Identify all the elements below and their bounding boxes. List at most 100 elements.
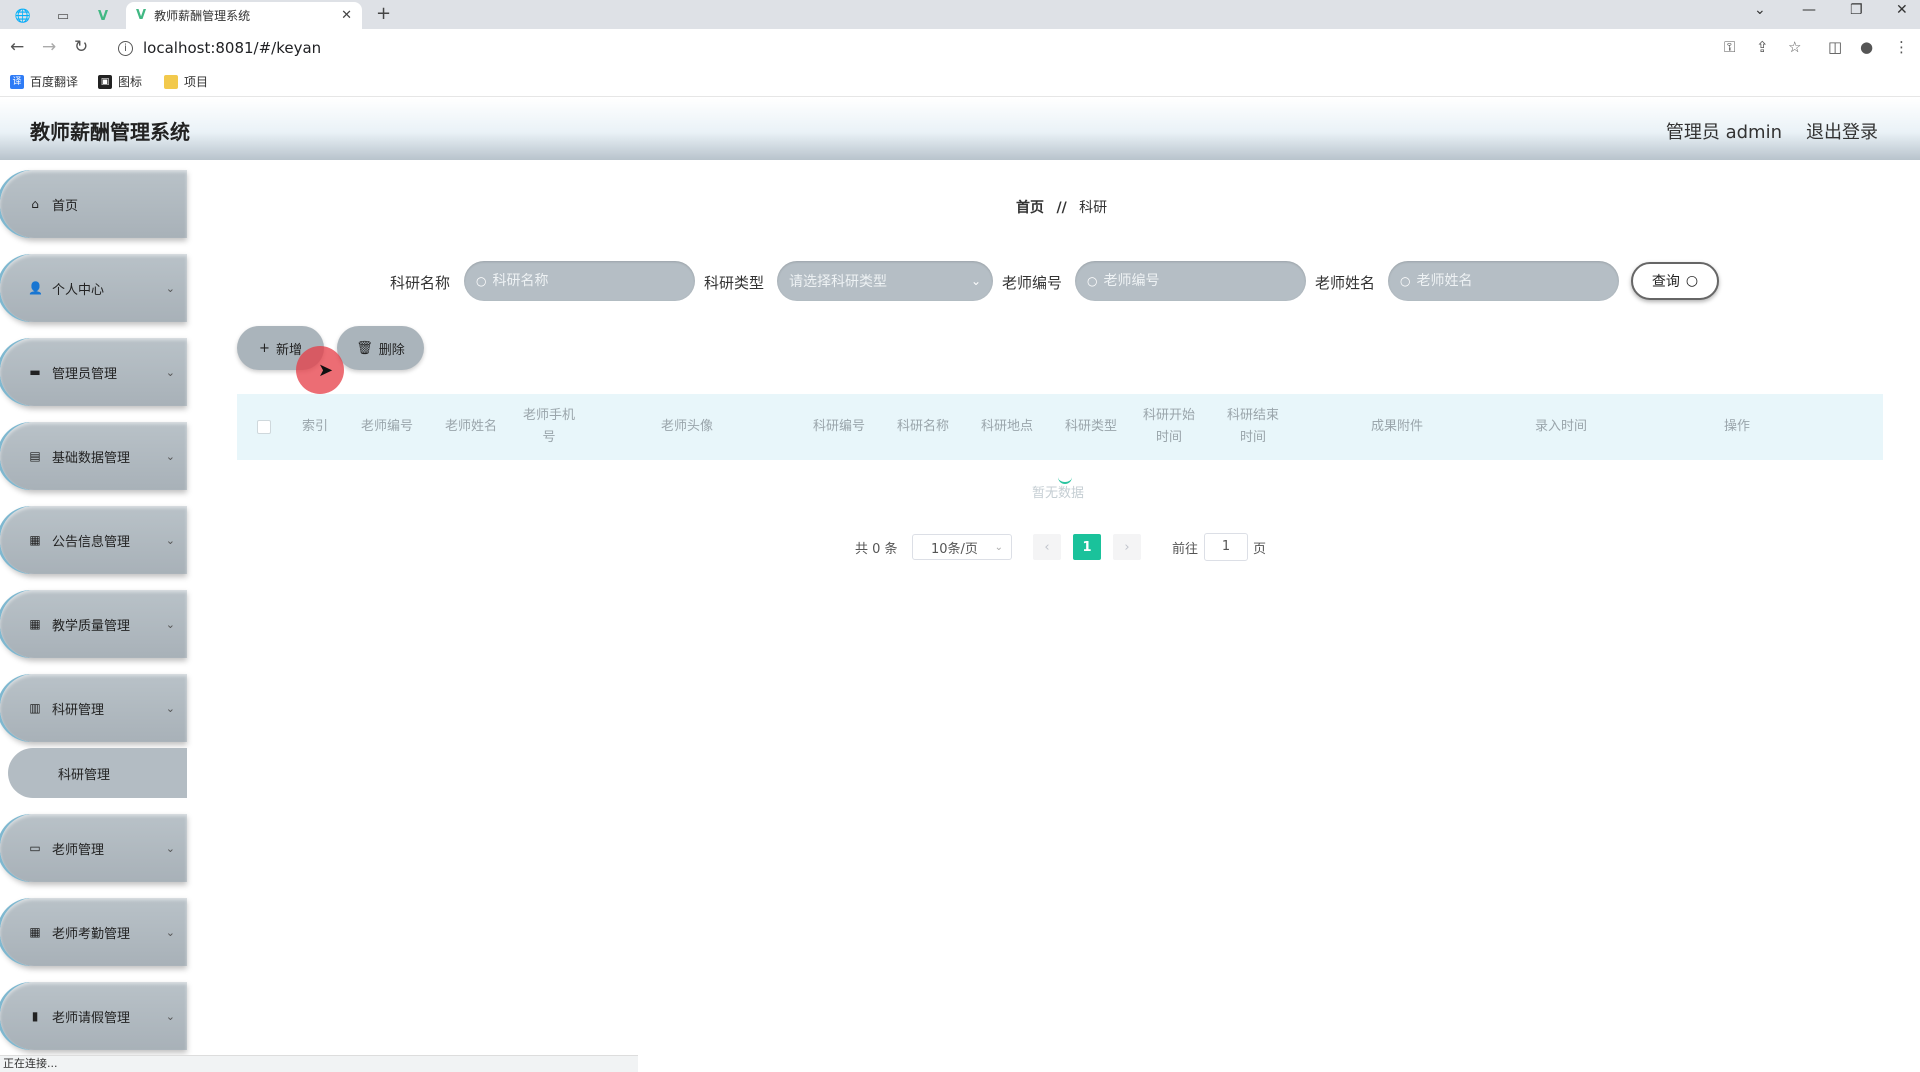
query-button[interactable]: 查询 ○ (1631, 262, 1719, 300)
prev-page-button[interactable]: ‹ (1033, 534, 1061, 560)
chevron-down-icon: ⌄ (994, 541, 1003, 553)
research-type-select[interactable]: 请选择科研类型 ⌄ (777, 261, 993, 301)
star-icon[interactable]: ☆ (1788, 38, 1801, 56)
globe-icon[interactable]: 🌐 (8, 4, 38, 28)
delete-button[interactable]: 🗑 删除 (337, 326, 424, 370)
chevron-down-icon: ⌄ (165, 533, 175, 547)
grid-icon: ▦ (29, 925, 41, 939)
next-page-button[interactable]: › (1113, 534, 1141, 560)
sidebar-item-admin[interactable]: ▬ 管理员管理 ⌄ (0, 338, 187, 406)
search-icon: ○ (1087, 274, 1098, 288)
teacher-no-field[interactable]: ○ (1075, 261, 1306, 301)
key-icon[interactable]: ⚿ (1724, 38, 1735, 56)
research-name-input[interactable] (492, 273, 633, 289)
chevron-down-icon: ⌄ (165, 1009, 175, 1023)
vue-favicon-icon: V (136, 8, 147, 23)
minimize-icon[interactable]: — (1802, 2, 1816, 18)
new-tab-icon[interactable]: + (376, 3, 391, 24)
site-info-icon[interactable]: i (118, 40, 133, 56)
teacher-name-input[interactable] (1416, 273, 1557, 289)
submenu-research[interactable]: 科研管理 (8, 748, 187, 798)
grid-icon: ▦ (29, 533, 41, 547)
sidebar-item-home[interactable]: ⌂ 首页 (0, 170, 187, 238)
col-index: 索引 (301, 419, 328, 434)
breadcrumb-home[interactable]: 首页 (1016, 200, 1044, 216)
teacher-name-field[interactable]: ○ (1388, 261, 1619, 301)
logout-button[interactable]: 退出登录 (1806, 118, 1878, 144)
url-text: localhost:8081/#/keyan (143, 39, 322, 57)
research-name-field[interactable]: ○ (464, 261, 695, 301)
sidebar-item-basic-data[interactable]: ▤ 基础数据管理 ⌄ (0, 422, 187, 490)
browser-status: 正在连接... (0, 1055, 638, 1072)
home-icon: ⌂ (31, 197, 39, 211)
back-icon[interactable]: ← (10, 37, 24, 57)
plus-icon: + (259, 340, 270, 356)
window-close-icon[interactable]: ✕ (1896, 2, 1908, 18)
blank-tab-icon[interactable]: ▭ (48, 4, 78, 28)
active-tab[interactable]: V 教师薪酬管理系统 ✕ (126, 2, 362, 29)
chart-icon: ▮ (31, 1009, 39, 1023)
mouse-cursor-icon: ➤ (318, 360, 334, 381)
folder-icon (164, 74, 178, 89)
page-number-1[interactable]: 1 (1073, 534, 1101, 560)
bookmark-icons[interactable]: ▣ 图标 (98, 73, 142, 90)
chevron-down-icon: ⌄ (165, 841, 175, 855)
table-header: 索引 老师编号 老师姓名 老师手机号 老师头像 科研编号 科研名称 科研地点 科… (237, 394, 1883, 460)
reload-icon[interactable]: ↻ (74, 37, 88, 57)
monitor-icon: ▭ (29, 841, 41, 855)
trash-icon: 🗑 (356, 340, 373, 356)
col-entry-time: 录入时间 (1534, 419, 1587, 434)
research-name-label: 科研名称 (390, 274, 451, 292)
document-icon: ▥ (29, 701, 41, 715)
col-operation: 操作 (1723, 419, 1750, 434)
browser-tabbar: 🌐 ▭ V V 教师薪酬管理系统 ✕ + ⌄ — ❐ ✕ (0, 0, 1920, 29)
image-icon: ▣ (98, 74, 112, 89)
profile-icon[interactable]: ● (1860, 38, 1873, 56)
restore-icon[interactable]: ❐ (1850, 2, 1863, 18)
col-research-no: 科研编号 (812, 419, 865, 434)
col-start-time: 科研开始时间 (1142, 408, 1195, 445)
sidebar-item-attendance[interactable]: ▦ 老师考勤管理 ⌄ (0, 898, 187, 966)
col-end-time: 科研结束时间 (1226, 408, 1279, 445)
table-empty-text: 暂无数据 (1032, 486, 1085, 501)
app-title: 教师薪酬管理系统 (30, 120, 190, 144)
tab-search-icon[interactable]: ⌄ (1754, 2, 1766, 18)
sidebar-item-teacher[interactable]: ▭ 老师管理 ⌄ (0, 814, 187, 882)
col-teacher-phone: 老师手机号 (522, 408, 575, 445)
sidebar-item-personal[interactable]: 👤 个人中心 ⌄ (0, 254, 187, 322)
admin-info: 管理员 admin (1665, 122, 1782, 143)
chevron-down-icon: ⌄ (165, 449, 175, 463)
page-suffix: 页 (1253, 541, 1267, 557)
address-bar[interactable]: i localhost:8081/#/keyan (108, 33, 1708, 63)
close-tab-icon[interactable]: ✕ (341, 8, 352, 23)
goto-page-input[interactable]: 1 (1204, 533, 1248, 561)
sidepanel-icon[interactable]: ◫ (1828, 38, 1842, 56)
sidebar-item-teaching-quality[interactable]: ▦ 教学质量管理 ⌄ (0, 590, 187, 658)
breadcrumb-current: 科研 (1079, 200, 1108, 216)
select-all-checkbox[interactable] (257, 420, 271, 434)
page-size-select[interactable]: 10条/页 ⌄ (912, 534, 1012, 560)
sidebar-item-research[interactable]: ▥ 科研管理 ⌄ (0, 674, 187, 742)
vue-icon[interactable]: V (88, 4, 118, 28)
forward-icon[interactable]: → (42, 37, 56, 57)
col-teacher-avatar: 老师头像 (660, 419, 713, 434)
search-icon: ○ (1685, 273, 1699, 289)
sidebar: ⌂ 首页 👤 个人中心 ⌄ ▬ 管理员管理 ⌄ ▤ 基础数据管理 ⌄ ▦ 公告信… (0, 160, 196, 1055)
chevron-down-icon: ⌄ (165, 281, 175, 295)
bookmark-project[interactable]: 项目 (164, 73, 208, 90)
bookmarks-bar: 译 百度翻译 ▣ 图标 项目 (0, 67, 1920, 97)
sidebar-item-leave[interactable]: ▮ 老师请假管理 ⌄ (0, 982, 187, 1050)
bookmark-baidu[interactable]: 译 百度翻译 (10, 73, 78, 90)
sidebar-item-notice[interactable]: ▦ 公告信息管理 ⌄ (0, 506, 187, 574)
col-research-type: 科研类型 (1064, 419, 1117, 434)
teacher-no-input[interactable] (1103, 273, 1244, 289)
clipboard-icon: ▤ (29, 449, 41, 463)
goto-label: 前往 (1172, 541, 1199, 557)
search-icon: ○ (476, 274, 487, 288)
share-icon[interactable]: ⇪ (1756, 38, 1769, 56)
grid-icon: ▦ (29, 617, 41, 631)
tab-title: 教师薪酬管理系统 (154, 9, 251, 23)
chevron-down-icon: ⌄ (970, 274, 981, 288)
menu-dots-icon[interactable]: ⋮ (1894, 38, 1909, 56)
breadcrumb: 首页 // 科研 (1016, 197, 1107, 217)
